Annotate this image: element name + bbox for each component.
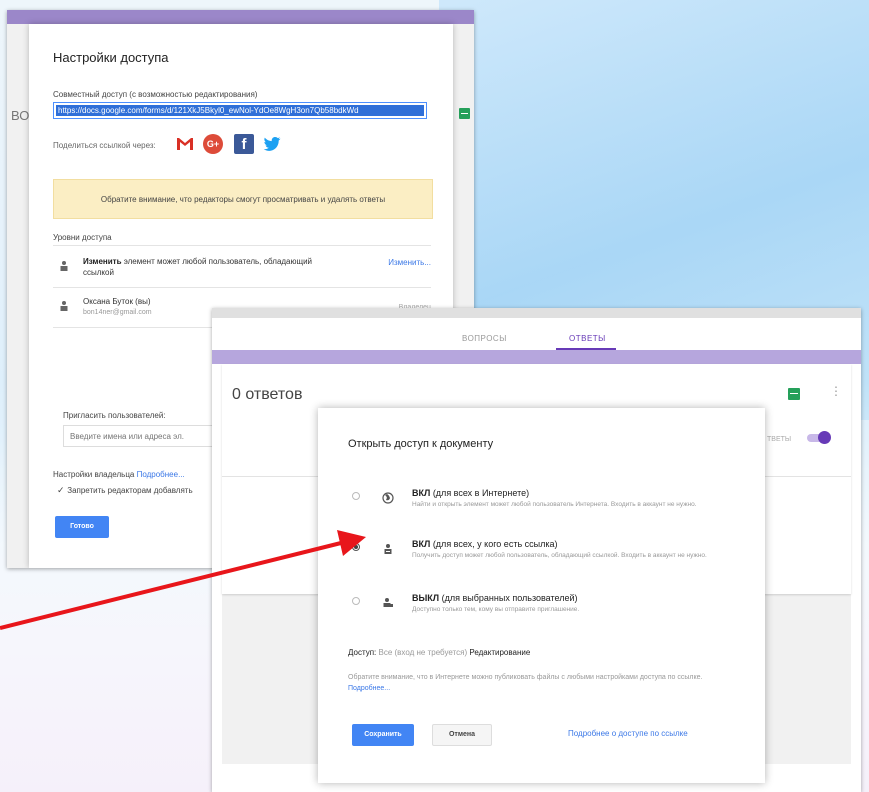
sheets-icon bbox=[459, 108, 470, 119]
link-sharing-dialog: Открыть доступ к документу ВКЛ (для всех… bbox=[318, 408, 765, 783]
sheets-icon[interactable] bbox=[788, 388, 800, 400]
forms-accent-bar bbox=[212, 350, 861, 364]
person-link-icon bbox=[384, 544, 392, 554]
background-page-left: ВО bbox=[7, 24, 29, 568]
tab-questions[interactable]: ВОПРОСЫ bbox=[462, 334, 507, 343]
invite-label: Пригласить пользователей: bbox=[63, 411, 166, 420]
access-label: Доступ: bbox=[348, 648, 377, 657]
access-summary: Доступ: Все (вход не требуется) Редактир… bbox=[348, 648, 530, 657]
globe-icon bbox=[382, 492, 394, 504]
checkbox-label: Запретить редакторам добавлять bbox=[67, 486, 193, 495]
radio-anyone-with-link[interactable] bbox=[352, 543, 360, 551]
dialog-title: Открыть доступ к документу bbox=[348, 438, 494, 450]
cancel-button[interactable]: Отмена bbox=[432, 724, 492, 746]
dialog-title: Настройки доступа bbox=[53, 50, 169, 65]
publish-note: Обратите внимание, что в Интернете можно… bbox=[348, 672, 728, 694]
option-public[interactable]: ВКЛ (для всех в Интернете) Найти и откры… bbox=[348, 488, 748, 522]
more-vert-icon[interactable]: ⋮ bbox=[830, 384, 842, 398]
share-via-label: Поделиться ссылкой через: bbox=[53, 141, 156, 150]
option-specific-people[interactable]: ВЫКЛ (для выбранных пользователей) Досту… bbox=[348, 593, 748, 619]
access-mode[interactable]: Редактирование bbox=[469, 648, 530, 657]
divider bbox=[53, 287, 431, 288]
change-permission-link[interactable]: Изменить... bbox=[388, 258, 431, 267]
option-link-title: ВКЛ (для всех, у кого есть ссылка) bbox=[412, 539, 742, 549]
option-link-state: ВКЛ bbox=[412, 539, 431, 549]
access-value: Все (вход не требуется) bbox=[378, 648, 468, 657]
google-plus-icon[interactable]: G+ bbox=[203, 134, 223, 154]
background-text: ВО bbox=[11, 108, 30, 123]
facebook-icon[interactable]: f bbox=[234, 134, 254, 154]
checkmark-icon: ✓ bbox=[57, 485, 65, 495]
option-public-state: ВКЛ bbox=[412, 488, 431, 498]
option-link-label: (для всех, у кого есть ссылка) bbox=[430, 539, 558, 549]
radio-specific-people[interactable] bbox=[352, 597, 360, 605]
option-public-desc: Найти и открыть элемент может любой поль… bbox=[412, 501, 697, 508]
permission-row-link: Изменить элемент может любой пользовател… bbox=[53, 256, 431, 286]
done-button[interactable]: Готово bbox=[55, 516, 109, 538]
option-link-desc: Получить доступ может любой пользователь… bbox=[412, 552, 707, 559]
share-link-value[interactable]: https://docs.google.com/forms/d/121XkJ5B… bbox=[56, 105, 424, 116]
accepting-responses-label: ТВЕТЫ bbox=[767, 436, 792, 443]
option-specific-desc: Доступно только тем, кому вы отправите п… bbox=[412, 606, 580, 613]
share-link-field[interactable]: https://docs.google.com/forms/d/121XkJ5B… bbox=[53, 102, 427, 119]
option-specific-title: ВЫКЛ (для выбранных пользователей) bbox=[412, 593, 742, 603]
person-icon bbox=[60, 301, 68, 311]
publish-note-text: Обратите внимание, что в Интернете можно… bbox=[348, 674, 703, 681]
save-button[interactable]: Сохранить bbox=[352, 724, 414, 746]
permission-text: Изменить элемент может любой пользовател… bbox=[83, 256, 313, 278]
radio-public[interactable] bbox=[352, 492, 360, 500]
responses-count: 0 ответов bbox=[232, 386, 303, 403]
owner-more-link[interactable]: Подробнее... bbox=[137, 470, 185, 479]
option-public-label: (для всех в Интернете) bbox=[430, 488, 530, 498]
accepting-responses-toggle[interactable] bbox=[807, 431, 831, 444]
person-link-icon bbox=[60, 261, 68, 271]
link-label: Совместный доступ (с возможностью редакт… bbox=[53, 90, 258, 99]
divider bbox=[53, 245, 431, 246]
tab-answers[interactable]: ОТВЕТЫ bbox=[569, 334, 606, 343]
option-anyone-with-link[interactable]: ВКЛ (для всех, у кого есть ссылка) Получ… bbox=[348, 539, 748, 575]
twitter-icon[interactable] bbox=[262, 134, 282, 154]
owner-settings: Настройки владельца Подробнее... bbox=[53, 470, 185, 479]
option-specific-state: ВЫКЛ bbox=[412, 593, 440, 603]
option-specific-label: (для выбранных пользователей) bbox=[439, 593, 578, 603]
link-sharing-help-link[interactable]: Подробнее о доступе по ссылке bbox=[568, 729, 688, 738]
owner-settings-label: Настройки владельца bbox=[53, 470, 135, 479]
editors-notice: Обратите внимание, что редакторы смогут … bbox=[53, 179, 433, 219]
owner-name: Оксана Буток (вы) bbox=[83, 297, 151, 306]
restrict-editors-checkbox[interactable]: ✓ Запретить редакторам добавлять bbox=[57, 485, 193, 496]
person-lock-icon bbox=[383, 598, 393, 607]
publish-note-link[interactable]: Подробнее... bbox=[348, 685, 390, 692]
forms-header-bar bbox=[7, 10, 474, 24]
option-public-title: ВКЛ (для всех в Интернете) bbox=[412, 488, 742, 498]
gmail-icon[interactable] bbox=[175, 134, 195, 154]
access-levels-label: Уровни доступа bbox=[53, 233, 112, 242]
permission-bold: Изменить bbox=[83, 257, 122, 266]
